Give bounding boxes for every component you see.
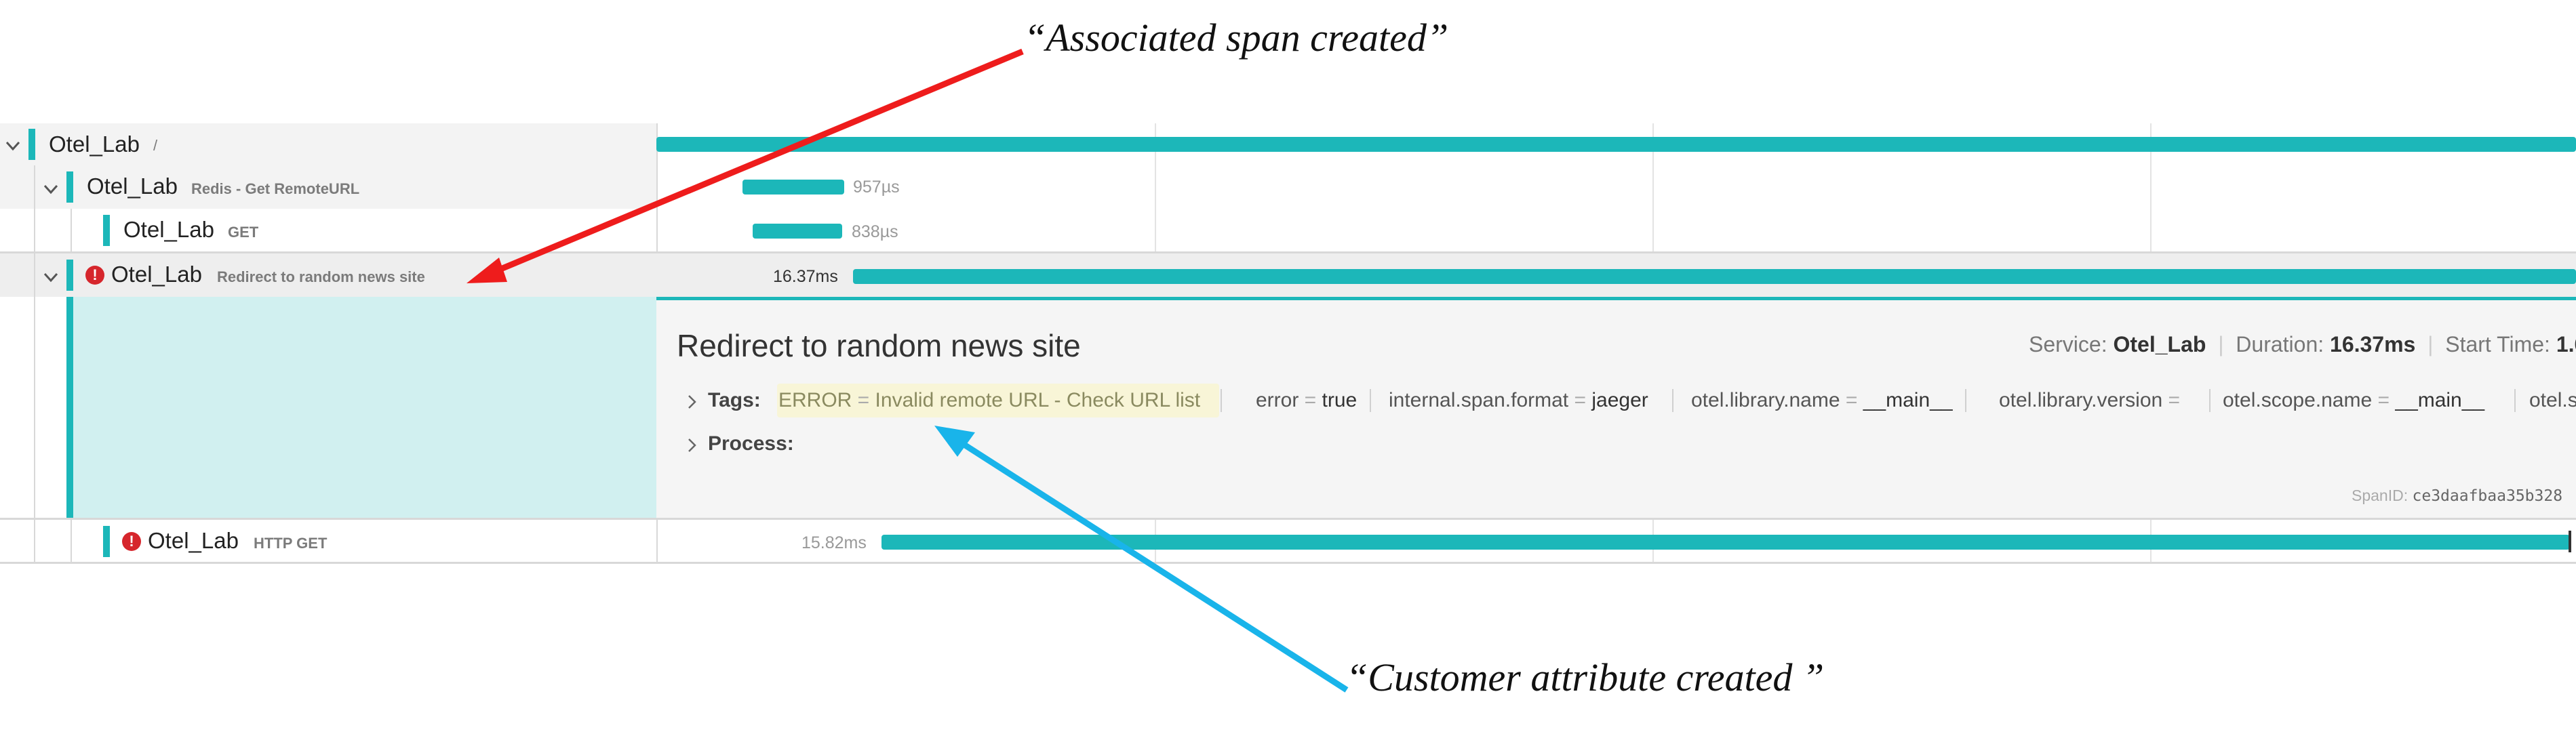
annotation-arrows: [467, 48, 1349, 693]
blue-arrow: [947, 432, 1349, 693]
red-arrow: [481, 48, 1024, 280]
blue-arrow-head: [934, 426, 975, 457]
red-arrow-head: [467, 258, 507, 283]
